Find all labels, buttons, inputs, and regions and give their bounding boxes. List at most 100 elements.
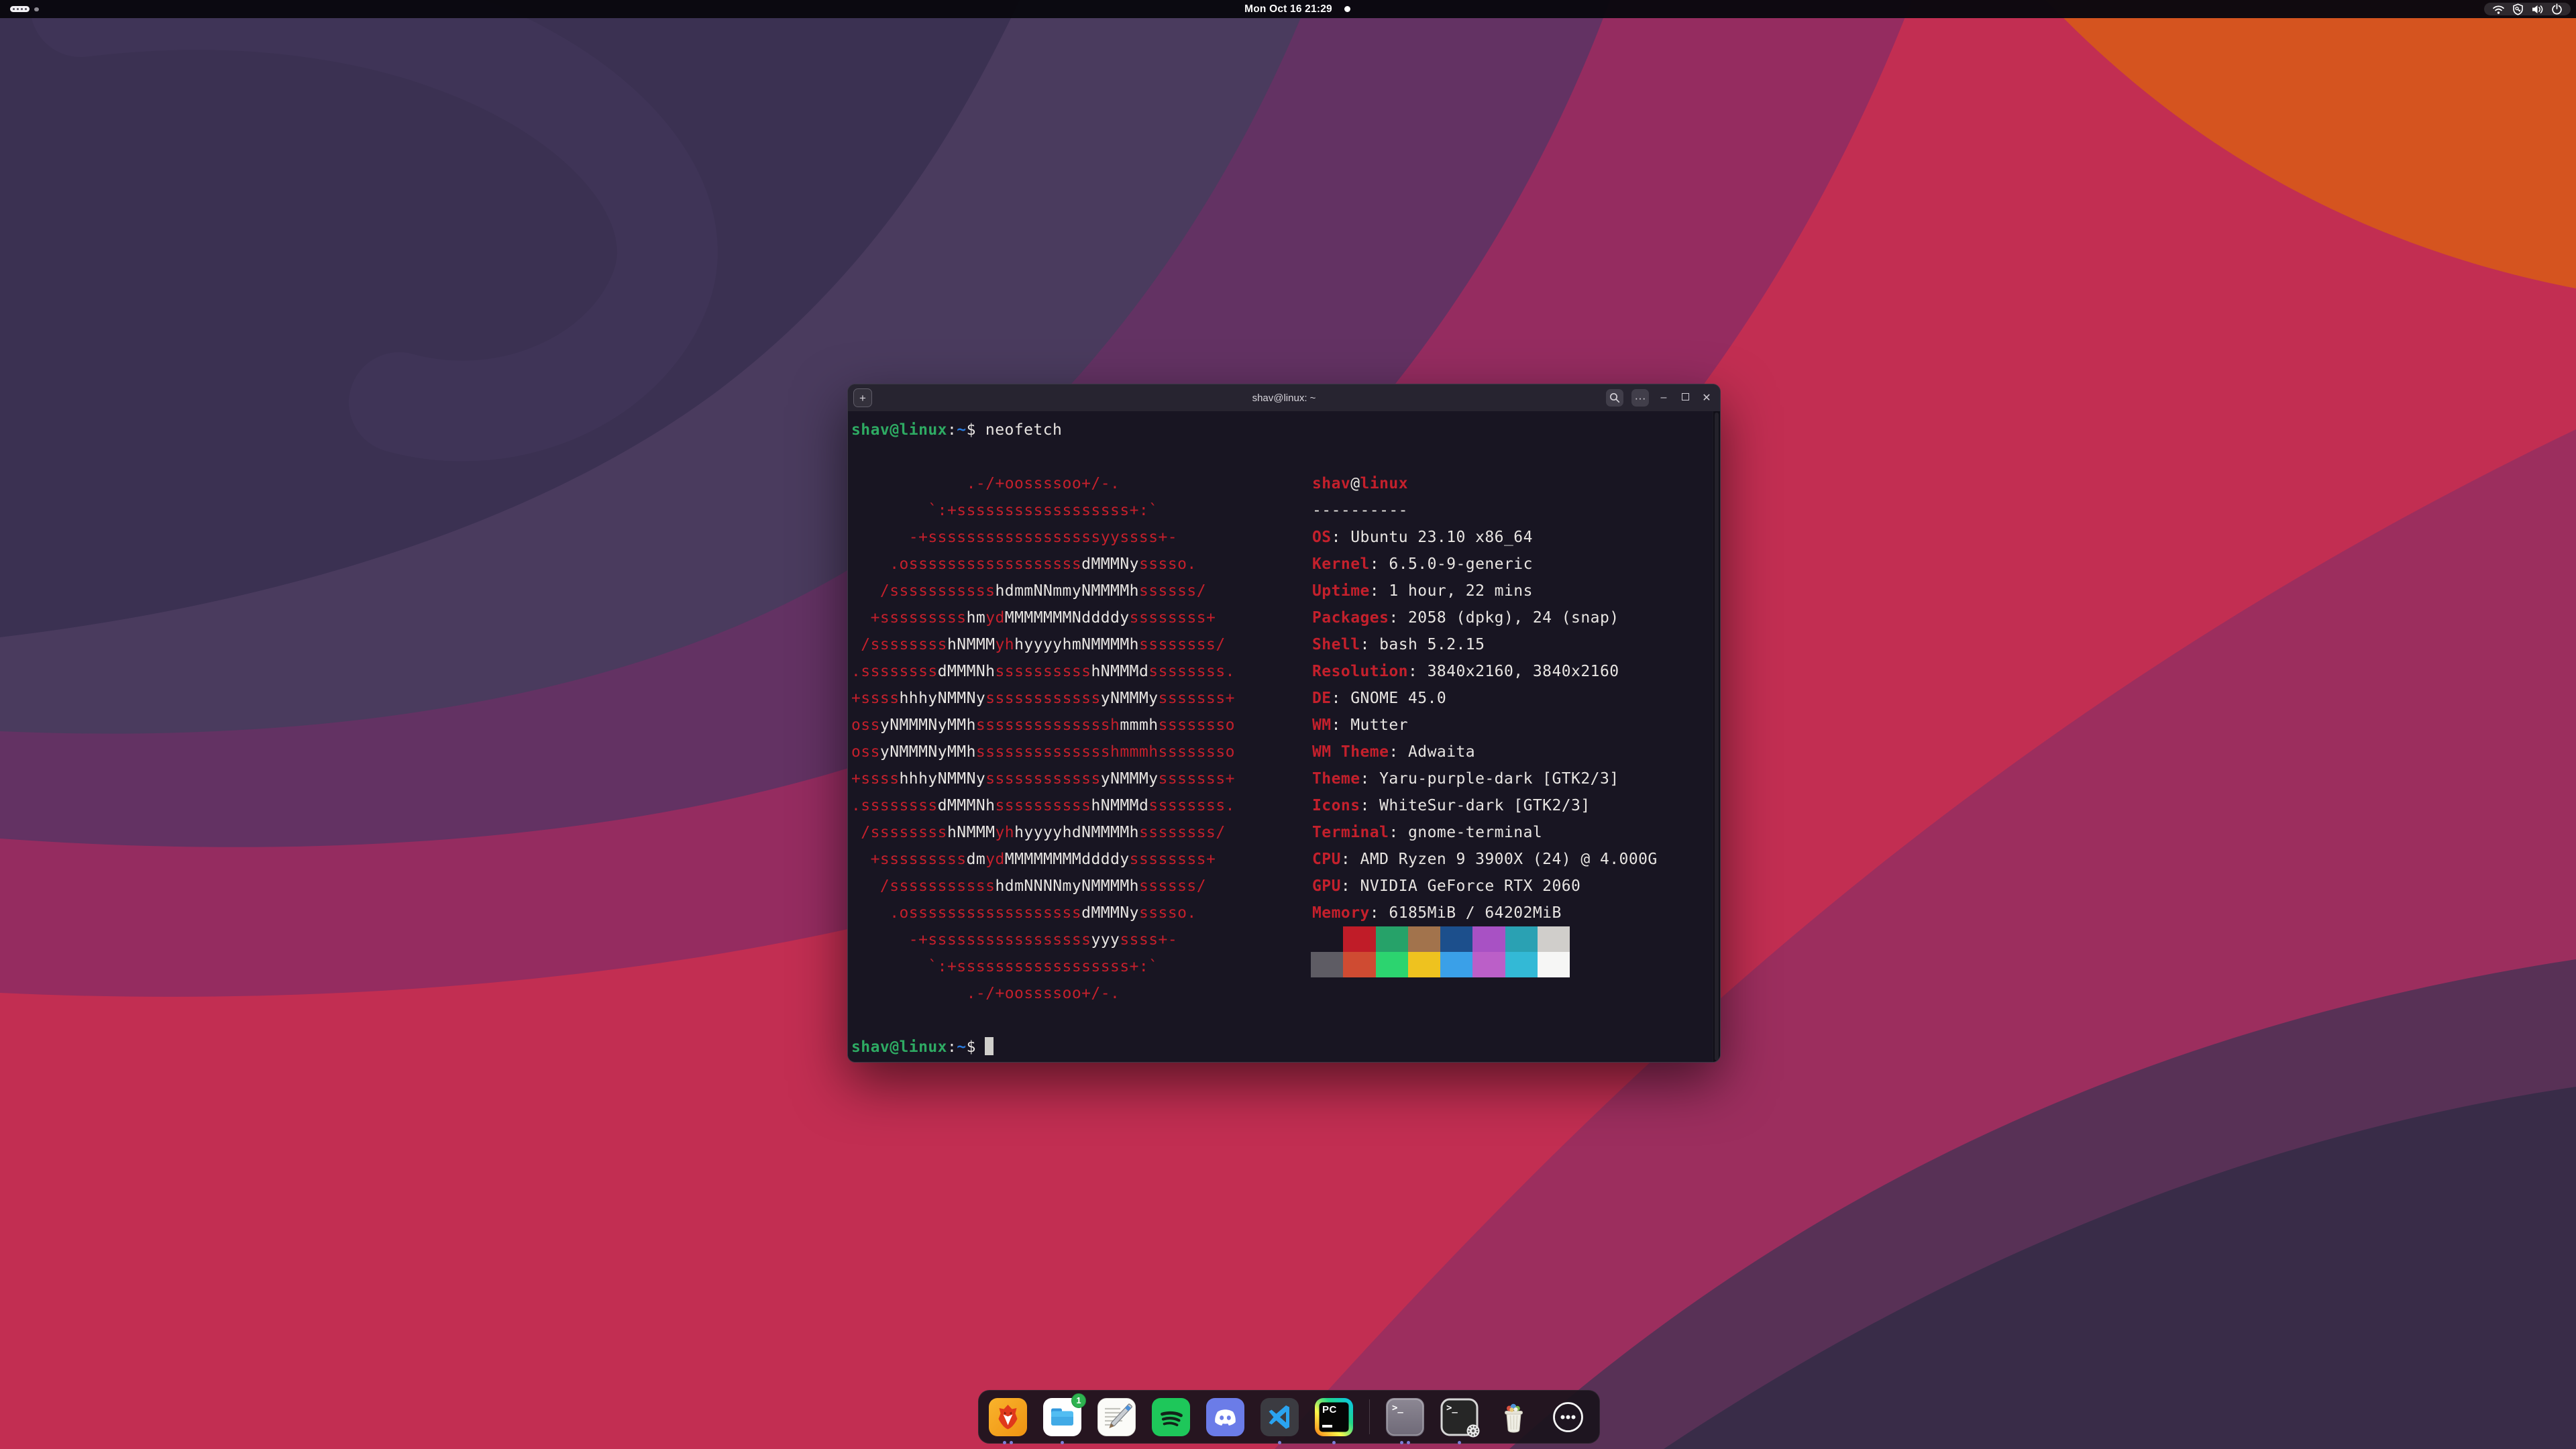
ascii-line: .ssssssssdMMMNhsssssssssshNMMMdssssssss. xyxy=(851,792,1235,819)
info-underline: ---------- xyxy=(1312,497,1658,524)
dock-icon-terminal-alt[interactable]: >_ xyxy=(1440,1398,1479,1436)
dock-icon-brave[interactable] xyxy=(989,1398,1027,1436)
close-button[interactable]: ✕ xyxy=(1700,391,1713,405)
prompt-line: shav@linux:~$neofetch xyxy=(851,417,1062,443)
desktop: Mon Oct 16 21:29 shav@linux: ~ + ··· – ✕ xyxy=(0,0,2576,1449)
scrollbar[interactable] xyxy=(1713,411,1720,1062)
neofetch-ascii-logo: .-/+oossssoo+/-. `:+ssssssssssssssssss+:… xyxy=(851,470,1235,1007)
info-row: Resolution: 3840x2160, 3840x2160 xyxy=(1312,658,1658,685)
dock-icon-pycharm[interactable]: PC xyxy=(1315,1398,1353,1436)
wifi-icon xyxy=(2492,4,2505,15)
info-row: Uptime: 1 hour, 22 mins xyxy=(1312,578,1658,604)
ascii-line: /sssssssshNMMMyhhyyyyhmNMMMMhssssssss/ xyxy=(851,631,1235,658)
ascii-line: /ssssssssssshdmmNNmmyNMMMMhssssss/ xyxy=(851,578,1235,604)
vpn-shield-icon xyxy=(2512,3,2524,15)
palette-swatch xyxy=(1343,926,1375,952)
palette-swatch xyxy=(1472,926,1505,952)
running-indicator-dots xyxy=(989,1441,1027,1444)
info-row: WM Theme: Adwaita xyxy=(1312,739,1658,765)
terminal-cursor xyxy=(985,1037,994,1055)
palette-swatch xyxy=(1376,952,1408,977)
ascii-line: +ssssssssshmydMMMMMMMNddddyssssssss+ xyxy=(851,604,1235,631)
info-user-host: shav@linux xyxy=(1312,470,1658,497)
ascii-line: `:+ssssssssssssssssss+:` xyxy=(851,953,1235,980)
dock-icon-trash[interactable] xyxy=(1495,1398,1533,1436)
prompt-path: ~ xyxy=(957,421,966,439)
titlebar[interactable]: shav@linux: ~ + ··· – ✕ xyxy=(848,384,1720,412)
neofetch-color-palette xyxy=(1311,926,1570,977)
palette-row-2 xyxy=(1311,952,1570,977)
running-indicator-dots xyxy=(1315,1441,1353,1444)
prompt-line-active: shav@linux:~$ xyxy=(851,1034,994,1061)
palette-row-1 xyxy=(1311,926,1570,952)
info-row: Terminal: gnome-terminal xyxy=(1312,819,1658,846)
dock-icon-text-editor[interactable] xyxy=(1097,1398,1136,1436)
workspace-dot[interactable] xyxy=(34,7,39,12)
scrollbar-thumb[interactable] xyxy=(1715,413,1719,1061)
dock-icon-spotify[interactable] xyxy=(1152,1398,1190,1436)
dock: 1 PC >_ >_ xyxy=(978,1390,1600,1444)
info-row: DE: GNOME 45.0 xyxy=(1312,685,1658,712)
ascii-line: .ossssssssssssssssssdMMMNysssso. xyxy=(851,900,1235,926)
running-indicator-dots xyxy=(1043,1441,1081,1444)
palette-swatch xyxy=(1311,926,1343,952)
palette-swatch xyxy=(1311,952,1343,977)
terminal-window: shav@linux: ~ + ··· – ✕ shav@linux:~$neo… xyxy=(847,384,1721,1063)
palette-swatch xyxy=(1472,952,1505,977)
palette-swatch xyxy=(1440,952,1472,977)
prompt-path: ~ xyxy=(957,1038,966,1056)
running-indicator-dots xyxy=(1440,1441,1479,1444)
palette-swatch xyxy=(1408,926,1440,952)
maximize-icon xyxy=(1682,393,1689,400)
new-tab-button[interactable]: + xyxy=(853,388,872,407)
pycharm-label: PC xyxy=(1322,1404,1337,1415)
command-text: neofetch xyxy=(985,421,1062,439)
ascii-line: +sssshhhyNMMNyssssssssssssyNMMMysssssss+ xyxy=(851,765,1235,792)
maximize-button[interactable] xyxy=(1678,392,1692,404)
prompt-user: shav@linux xyxy=(851,421,947,439)
ascii-line: /sssssssshNMMMyhhyyyyhdNMMMMhssssssss/ xyxy=(851,819,1235,846)
search-button[interactable] xyxy=(1606,389,1623,407)
notification-badge: 1 xyxy=(1071,1393,1086,1408)
palette-swatch xyxy=(1505,952,1538,977)
minimize-button[interactable]: – xyxy=(1657,392,1670,404)
info-row: Packages: 2058 (dpkg), 24 (snap) xyxy=(1312,604,1658,631)
terminal-prompt-glyph: >_ xyxy=(1446,1403,1458,1413)
info-row: Memory: 6185MiB / 64202MiB xyxy=(1312,900,1658,926)
ascii-line: -+sssssssssssssssssyyyssss+- xyxy=(851,926,1235,953)
system-tray[interactable] xyxy=(2484,3,2571,15)
dock-icon-terminal[interactable]: >_ xyxy=(1386,1398,1424,1436)
ascii-line: +sssshhhyNMMNyssssssssssssyNMMMysssssss+ xyxy=(851,685,1235,712)
power-icon xyxy=(2551,3,2563,15)
info-row: Kernel: 6.5.0-9-generic xyxy=(1312,551,1658,578)
dock-icon-discord[interactable] xyxy=(1206,1398,1244,1436)
info-row: OS: Ubuntu 23.10 x86_64 xyxy=(1312,524,1658,551)
ascii-line: .-/+oossssoo+/-. xyxy=(851,470,1235,497)
palette-swatch xyxy=(1538,926,1570,952)
palette-swatch xyxy=(1440,926,1472,952)
running-indicator-dots xyxy=(1386,1441,1424,1444)
dock-icon-show-apps[interactable] xyxy=(1549,1398,1587,1436)
gear-icon xyxy=(1466,1424,1481,1438)
ascii-line: ossyNMMMNyMMhsssssssssssssshmmmhssssssso xyxy=(851,739,1235,765)
workspace-indicator-pill[interactable] xyxy=(10,6,30,12)
clock-menu[interactable]: Mon Oct 16 21:29 xyxy=(1244,3,1350,15)
window-title: shav@linux: ~ xyxy=(848,392,1720,404)
terminal-content[interactable]: shav@linux:~$neofetch .-/+oossssoo+/-. `… xyxy=(848,411,1720,1062)
dock-icon-files[interactable]: 1 xyxy=(1043,1398,1081,1436)
top-bar: Mon Oct 16 21:29 xyxy=(0,0,2576,18)
info-row: Theme: Yaru-purple-dark [GTK2/3] xyxy=(1312,765,1658,792)
dock-separator xyxy=(1369,1399,1370,1434)
neofetch-info: shav@linux----------OS: Ubuntu 23.10 x86… xyxy=(1312,470,1658,926)
ascii-line: +sssssssssdmydMMMMMMMMddddyssssssss+ xyxy=(851,846,1235,873)
menu-button[interactable]: ··· xyxy=(1631,389,1649,407)
palette-swatch xyxy=(1505,926,1538,952)
palette-swatch xyxy=(1408,952,1440,977)
info-row: CPU: AMD Ryzen 9 3900X (24) @ 4.000G xyxy=(1312,846,1658,873)
info-row: WM: Mutter xyxy=(1312,712,1658,739)
ascii-line: /ssssssssssshdmNNNNmyNMMMMhssssss/ xyxy=(851,873,1235,900)
palette-swatch xyxy=(1343,952,1375,977)
dock-icon-vscode[interactable] xyxy=(1260,1398,1299,1436)
palette-swatch xyxy=(1376,926,1408,952)
ascii-line: .-/+oossssoo+/-. xyxy=(851,980,1235,1007)
